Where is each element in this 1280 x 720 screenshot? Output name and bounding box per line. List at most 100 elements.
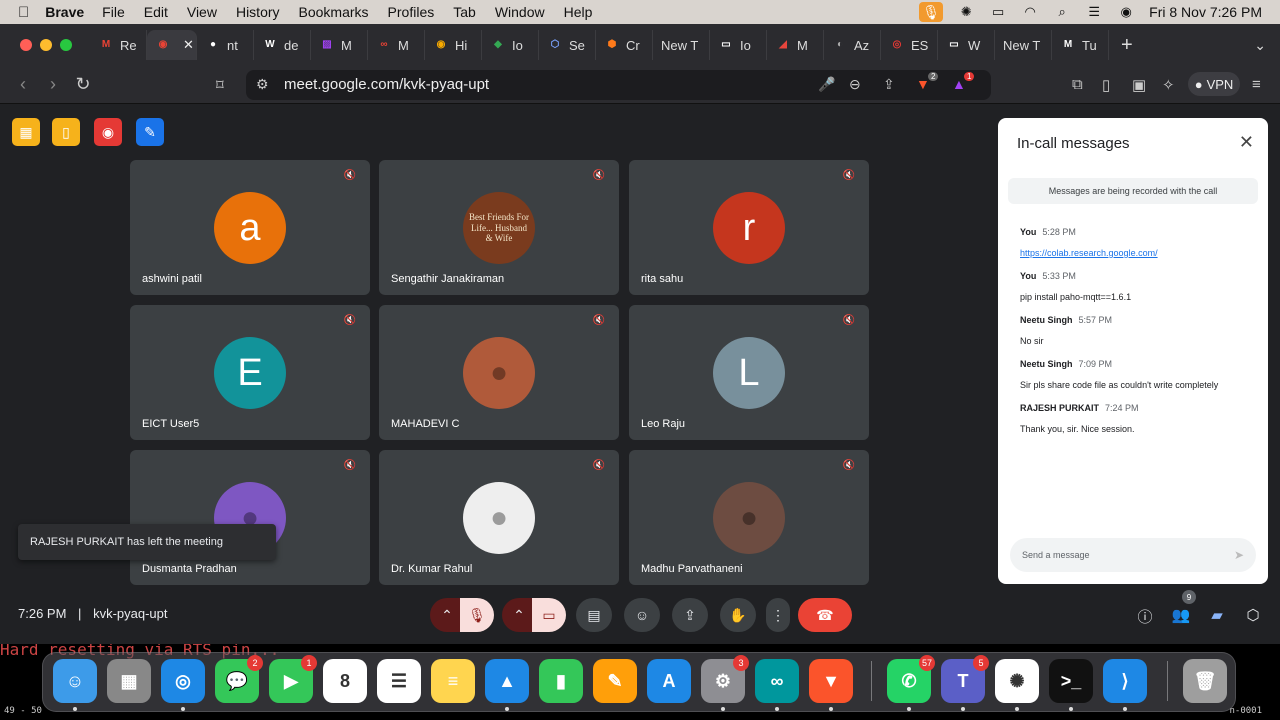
participant-tile[interactable]: 🔇 E EICT User5 <box>130 305 370 440</box>
tab-5[interactable]: ∞ M <box>368 30 425 60</box>
dock-app-numbers[interactable]: ▮ <box>539 659 583 703</box>
reactions-button[interactable]: ☺ <box>624 598 660 632</box>
extension-attendance-icon[interactable]: ▯ <box>52 118 80 146</box>
battery-icon[interactable]: ▭ <box>989 4 1007 19</box>
leave-call-button[interactable]: ☎ <box>798 598 852 632</box>
activities-icon[interactable]: ⬡ <box>1243 606 1263 624</box>
tab-3[interactable]: Wde <box>254 30 311 60</box>
menu-view[interactable]: View <box>187 4 217 20</box>
wifi-icon[interactable]: ◠ <box>1021 4 1039 19</box>
menu-profiles[interactable]: Profiles <box>388 4 435 20</box>
dock-app-whatsapp[interactable]: ✆ 57 <box>887 655 935 703</box>
participant-tile[interactable]: 🔇 Best Friends For Life... Husband & Wife… <box>379 160 619 295</box>
microphone-in-use-icon[interactable]: 🎙 <box>919 2 944 22</box>
reload-button[interactable]: ↻ <box>68 74 98 95</box>
participant-tile[interactable]: 🔇 r rita sahu <box>629 160 869 295</box>
menu-app-name[interactable]: Brave <box>45 4 84 20</box>
menu-window[interactable]: Window <box>495 4 545 20</box>
bookmark-icon[interactable]: ⌑ <box>216 76 224 94</box>
url-text[interactable]: meet.google.com/kvk-pyaq-upt <box>284 76 489 93</box>
extensions-icon[interactable]: ⧉ <box>1072 76 1083 93</box>
captions-button[interactable]: ▤ <box>576 598 612 632</box>
microphone-off-button[interactable]: 🎙 <box>460 598 494 632</box>
meeting-details-icon[interactable]: ⓘ <box>1135 606 1155 627</box>
menu-file[interactable]: File <box>102 4 125 20</box>
dock-app-safari[interactable]: ◎ <box>161 659 205 703</box>
participant-tile[interactable]: 🔇 ● Dusmanta Pradhan <box>130 450 370 585</box>
tab-13[interactable]: ◐ Az <box>824 30 881 60</box>
tab-10[interactable]: New T <box>653 30 710 60</box>
participant-tile[interactable]: 🔇 ● Madhu Parvathaneni <box>629 450 869 585</box>
dock-app-teams[interactable]: T5 <box>941 655 989 703</box>
menu-help[interactable]: Help <box>564 4 593 20</box>
dock-app-launchpad[interactable]: ▦ <box>107 659 151 703</box>
minimize-window-button[interactable] <box>40 39 52 51</box>
dock-app-messages[interactable]: 💬 2 <box>215 655 263 703</box>
leo-ai-icon[interactable]: ✧ <box>1162 76 1175 94</box>
extension-record-icon[interactable]: ◉ <box>94 118 122 146</box>
tab-17[interactable]: M Tu <box>1052 30 1109 60</box>
tab-16[interactable]: New T <box>995 30 1052 60</box>
participant-tile[interactable]: 🔇 a ashwini patil <box>130 160 370 295</box>
apple-icon[interactable]:  <box>18 4 29 21</box>
dock-app-trash[interactable]: 🗑 <box>1183 659 1227 703</box>
dock-app-keynote[interactable]: ▲ <box>485 659 529 703</box>
dock-app-pages[interactable]: ✎ <box>593 659 637 703</box>
dock-app-arduino[interactable]: ∞ <box>755 659 799 703</box>
zoom-icon[interactable]: ⊖ <box>849 76 861 93</box>
more-options-button[interactable]: ⋮ <box>766 598 790 632</box>
participant-tile[interactable]: 🔇 ● Dr. Kumar Rahul <box>379 450 619 585</box>
extension-notes-icon[interactable]: ✎ <box>136 118 164 146</box>
message-link[interactable]: https://colab.research.google.com/ <box>1020 248 1260 258</box>
tab-7[interactable]: ◆ Io <box>482 30 539 60</box>
menu-edit[interactable]: Edit <box>144 4 168 20</box>
tab-0[interactable]: M Re <box>90 30 147 60</box>
audio-options-chevron-icon[interactable]: ⌃ <box>430 598 464 632</box>
menubar-clock[interactable]: Fri 8 Nov 7:26 PM <box>1149 4 1262 20</box>
tab-6[interactable]: ◉ Hi <box>425 30 482 60</box>
tab-4[interactable]: ▨ M <box>311 30 368 60</box>
participant-tile[interactable]: 🔇 ● MAHADEVI C <box>379 305 619 440</box>
back-button[interactable]: ‹ <box>8 74 38 95</box>
menu-tab[interactable]: Tab <box>453 4 476 20</box>
tab-15[interactable]: ▭ W <box>938 30 995 60</box>
search-icon[interactable]: ⌕ <box>1053 4 1071 19</box>
dock-app-vs-code[interactable]: ⟩ <box>1103 659 1147 703</box>
zoom-window-button[interactable] <box>60 39 72 51</box>
present-button[interactable]: ⇪ <box>672 598 708 632</box>
dock-app-brave[interactable]: ▼ <box>809 659 853 703</box>
tab-1[interactable]: ◉ ✕ <box>147 30 197 60</box>
tab-search-chevron-icon[interactable]: ⌄ <box>1254 37 1266 54</box>
chat-icon[interactable]: ▰ <box>1207 606 1227 624</box>
chatgpt-status-icon[interactable]: ✺ <box>957 4 975 19</box>
dock-app-app-store[interactable]: A <box>647 659 691 703</box>
tab-8[interactable]: ⬡ Se <box>539 30 596 60</box>
raise-hand-button[interactable]: ✋ <box>720 598 756 632</box>
close-tab-icon[interactable]: ✕ <box>183 37 194 53</box>
dock-app-calendar[interactable]: 8 <box>323 659 367 703</box>
control-center-icon[interactable]: ☰ <box>1085 4 1103 19</box>
menu-history[interactable]: History <box>236 4 280 20</box>
tab-11[interactable]: ▭ Io <box>710 30 767 60</box>
video-options-chevron-icon[interactable]: ⌃ <box>502 598 536 632</box>
extension-captions-icon[interactable]: ▦ <box>12 118 40 146</box>
forward-button[interactable]: › <box>38 74 68 95</box>
tab-12[interactable]: ◢ M <box>767 30 824 60</box>
vpn-button[interactable]: ● VPN <box>1188 72 1240 96</box>
message-input[interactable]: Send a message ➤ <box>1010 538 1256 572</box>
close-window-button[interactable] <box>20 39 32 51</box>
address-bar[interactable]: ⚙ meet.google.com/kvk-pyaq-upt 🎤 ⊖ ⇪ ▼ 2… <box>246 70 991 100</box>
new-tab-button[interactable]: + <box>1121 34 1133 57</box>
share-icon[interactable]: ⇪ <box>883 76 895 93</box>
site-info-icon[interactable]: ⚙ <box>256 76 269 93</box>
people-icon[interactable]: 👥 <box>1171 606 1191 624</box>
tab-9[interactable]: ⬢ Cr <box>596 30 653 60</box>
menu-bookmarks[interactable]: Bookmarks <box>299 4 369 20</box>
dock-app-finder[interactable]: ☺ <box>53 659 97 703</box>
tab-14[interactable]: ◎ ES <box>881 30 938 60</box>
close-icon[interactable]: ✕ <box>1239 132 1254 153</box>
dock-app-reminders[interactable]: ☰ <box>377 659 421 703</box>
tab-2[interactable]: ● nt <box>197 30 254 60</box>
wallet-icon[interactable]: ▣ <box>1132 76 1146 94</box>
siri-icon[interactable]: ◉ <box>1117 4 1135 19</box>
